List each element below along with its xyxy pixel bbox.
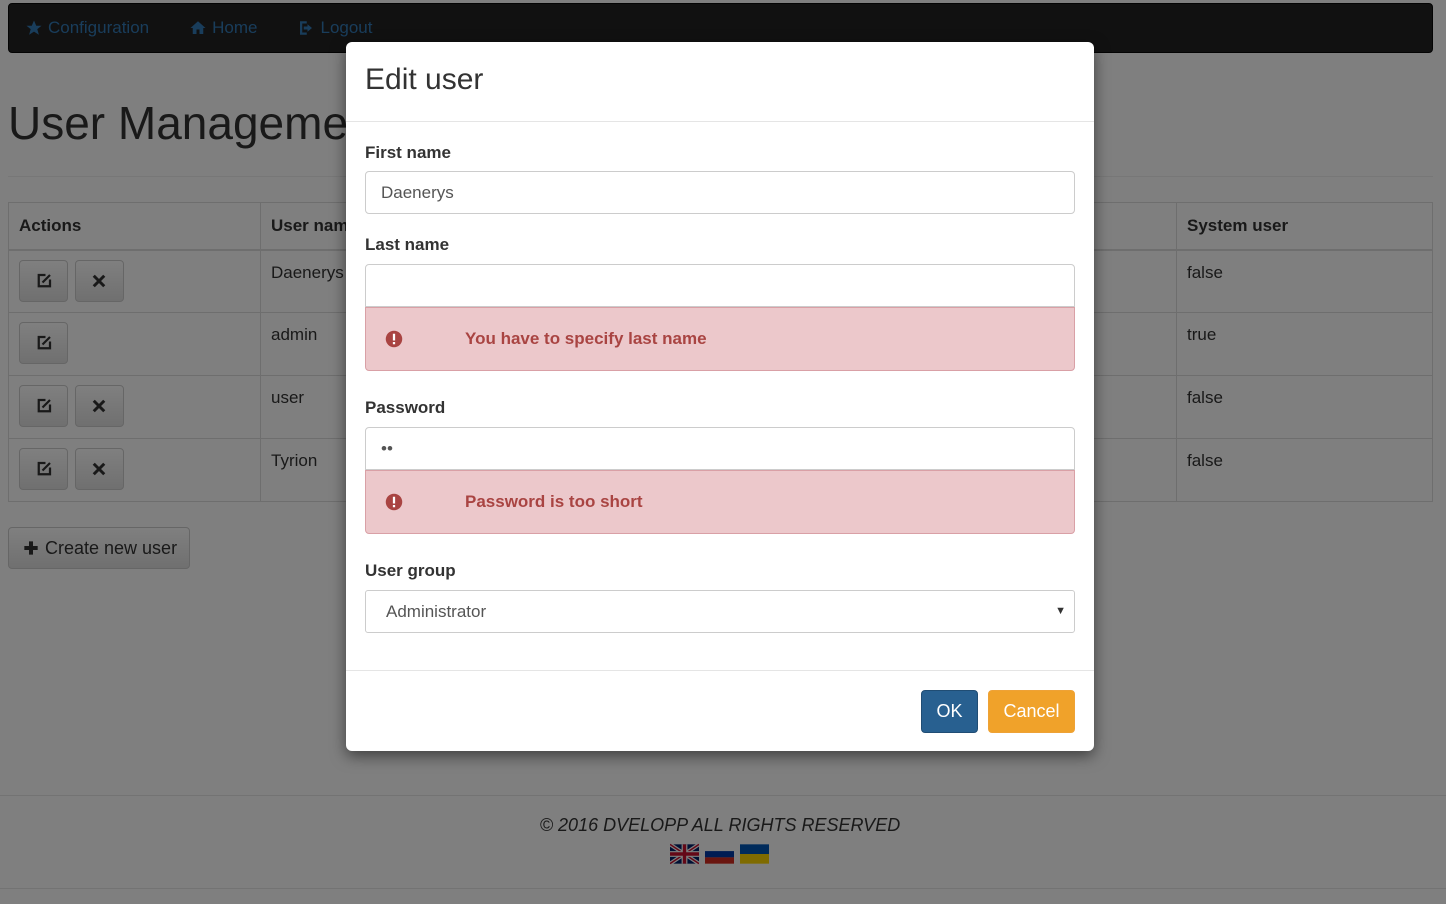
user-group-label: User group <box>365 561 456 580</box>
cancel-button[interactable]: Cancel <box>988 690 1075 733</box>
password-label: Password <box>365 398 446 417</box>
last-name-label: Last name <box>365 235 450 254</box>
edit-user-dialog: Edit user First name Last name You have … <box>346 42 1094 751</box>
last-name-input[interactable] <box>365 264 1075 307</box>
password-error: Password is too short <box>365 470 1075 534</box>
first-name-input[interactable] <box>365 171 1075 214</box>
modal-title: Edit user <box>365 63 484 96</box>
modal-body: First name Last name You have to specify… <box>346 122 1094 670</box>
user-group-selected: Administrator <box>386 601 487 621</box>
exclamation-circle-icon <box>385 330 403 348</box>
chevron-down-icon: ▼ <box>1055 605 1066 617</box>
ok-button[interactable]: OK <box>921 690 978 733</box>
last-name-error-text: You have to specify last name <box>465 329 707 348</box>
password-error-text: Password is too short <box>465 492 643 511</box>
user-group-select[interactable]: Administrator ▼ <box>365 590 1075 633</box>
modal-header: Edit user <box>346 42 1094 122</box>
password-input[interactable] <box>365 427 1075 470</box>
modal-footer: OK Cancel <box>346 670 1094 751</box>
exclamation-circle-icon <box>385 493 403 511</box>
last-name-error: You have to specify last name <box>365 307 1075 371</box>
first-name-label: First name <box>365 143 451 162</box>
